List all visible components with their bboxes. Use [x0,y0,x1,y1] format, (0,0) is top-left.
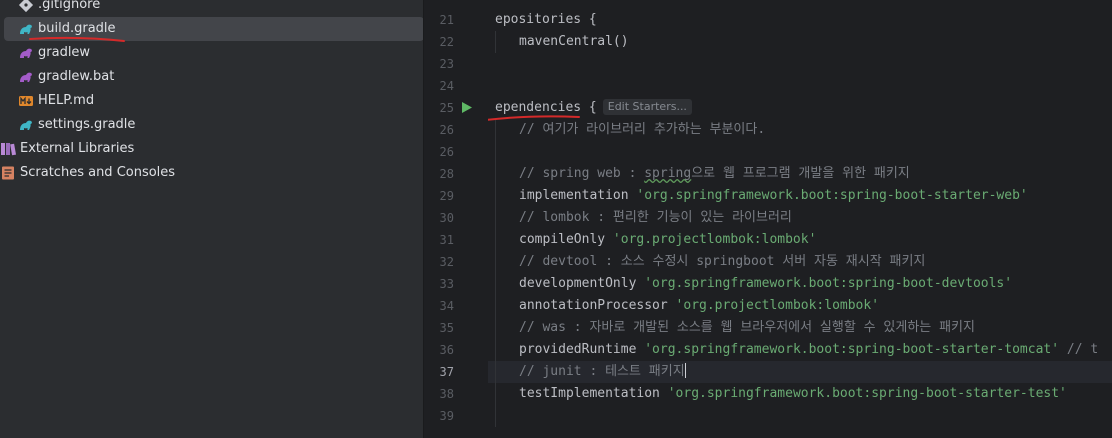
tree-item-scratches[interactable]: Scratches and Consoles [0,161,406,185]
line-number: 26 [439,145,454,159]
line-number: 26 [439,123,454,137]
text-caret [684,363,686,378]
code-line[interactable]: implementation 'org.springframework.boot… [495,185,1028,207]
code-line[interactable]: // lombok : 편리한 기능이 있는 라이브러리 [495,207,792,229]
code-keyword: annotationProcessor [519,298,676,313]
code-line[interactable]: // devtool : 소스 수정시 springboot 서버 자동 재시작… [495,251,925,273]
code-string: 'org.projectlombok:lombok' [612,232,817,247]
red-annotation-underline [488,115,580,121]
code-comment: // 여기가 라이브러리 추가하는 부분이다. [519,122,766,137]
line-number: 29 [439,189,454,203]
tree-item-label: .gitignore [38,0,101,12]
line-number: 23 [439,57,454,71]
code-keyword: compileOnly [519,232,613,247]
tree-item-help-md[interactable]: HELP.md [4,89,423,113]
line-number: 24 [439,79,454,93]
code-line[interactable]: mavenCentral() [495,31,629,53]
line-number-current: 37 [439,365,454,379]
code-string: 'org.projectlombok:lombok' [675,298,880,313]
tree-item-label: Scratches and Consoles [20,165,176,180]
tree-item-label: HELP.md [38,93,95,108]
code-comment: // junit : 테스트 패키지 [519,364,685,379]
tree-item-build-gradle[interactable]: build.gradle [4,17,423,41]
code-comment: 으로 웹 프로그램 개발을 위한 패키지 [691,166,910,181]
code-line[interactable]: // spring web : spring으로 웹 프로그램 개발을 위한 패… [495,163,910,185]
line-number: 34 [439,299,454,313]
code-line-current[interactable]: // junit : 테스트 패키지 [495,361,686,383]
tree-item-label: External Libraries [20,141,135,156]
code-line[interactable]: developmentOnly 'org.springframework.boo… [495,273,1012,295]
gradle-icon [20,120,32,130]
run-gutter-icon[interactable] [461,101,473,114]
tree-item-settings-gradle[interactable]: settings.gradle [4,113,423,137]
code-comment: // t [1059,342,1099,357]
gradle-script-icon [20,72,32,82]
code-line[interactable]: providedRuntime 'org.springframework.boo… [495,339,1098,361]
line-number: 39 [439,409,454,423]
tree-item-label: gradlew [38,45,91,60]
code-string: 'org.springframework.boot:spring-boot-st… [644,342,1060,357]
git-ignore-icon [18,0,34,13]
code-line[interactable]: testImplementation 'org.springframework.… [495,383,1067,405]
line-number: 25 [439,101,454,115]
code-line[interactable]: epositories { [495,9,597,31]
code-string: 'org.springframework.boot:spring-boot-de… [644,276,1013,291]
line-number: 28 [439,167,454,181]
code-comment: // was : 자바로 개발된 소스를 웹 브라우저에서 실행할 수 있게하는… [519,320,975,335]
line-number: 36 [439,343,454,357]
code-line[interactable]: // was : 자바로 개발된 소스를 웹 브라우저에서 실행할 수 있게하는… [495,317,975,339]
line-number: 30 [439,211,454,225]
code-string: 'org.springframework.boot:spring-boot-st… [667,386,1067,401]
tree-item-label: settings.gradle [38,117,136,132]
code-comment: // spring web : [519,166,645,181]
line-number: 35 [439,321,454,335]
project-tree: .gitignore build.gradle gradlew gradlew.… [0,0,423,438]
line-number: 31 [439,233,454,247]
tree-item-label: gradlew.bat [38,69,115,84]
code-string: 'org.springframework.boot:spring-boot-st… [636,188,1028,203]
code-editor[interactable]: epositories { mavenCentral() ependencies… [488,0,1112,438]
editor-gutter: 21 22 23 24 25 26 26 28 29 30 31 32 33 3… [424,0,488,438]
tree-item-gradlew[interactable]: gradlew [4,41,423,65]
code-text: epositories { [495,12,597,27]
code-keyword: implementation [519,188,637,203]
code-keyword: testImplementation [519,386,668,401]
tree-item-gradlew-bat[interactable]: gradlew.bat [4,65,423,89]
scratches-icon [2,166,14,180]
line-number: 38 [439,387,454,401]
line-number: 22 [439,35,454,49]
line-number: 33 [439,277,454,291]
code-comment: // lombok : 편리한 기능이 있는 라이브러리 [519,210,792,225]
code-line[interactable]: annotationProcessor 'org.projectlombok:l… [495,295,879,317]
code-keyword: providedRuntime [519,342,645,357]
tree-item-gitignore[interactable]: .gitignore [4,0,423,17]
tree-item-label: build.gradle [38,21,116,36]
line-number: 32 [439,255,454,269]
code-line[interactable]: compileOnly 'org.projectlombok:lombok' [495,229,816,251]
gradle-icon [20,24,32,34]
tree-item-external-libraries[interactable]: External Libraries [0,137,406,161]
typo-warning[interactable]: spring [644,166,691,181]
code-keyword: developmentOnly [519,276,645,291]
code-text: mavenCentral() [519,34,629,49]
gradle-script-icon [20,48,32,58]
libraries-icon [1,143,16,156]
line-number: 21 [439,13,454,27]
edit-starters-hint[interactable]: Edit Starters... [602,99,692,115]
markdown-icon [19,96,33,106]
code-comment: // devtool : 소스 수정시 springboot 서버 자동 재시작… [519,254,926,269]
